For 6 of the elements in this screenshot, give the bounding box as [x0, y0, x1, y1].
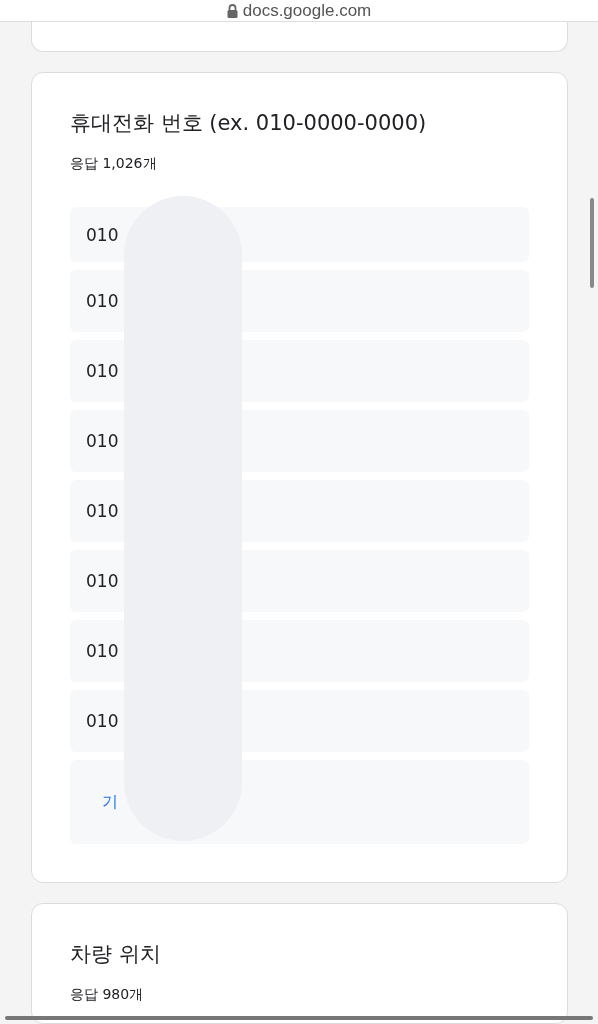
more-link[interactable]: 기 — [102, 791, 118, 813]
response-count: 응답 980개 — [70, 986, 145, 1004]
lock-icon — [226, 3, 238, 18]
question-title: 차량 위치 — [70, 941, 162, 968]
response-count: 응답 1,026개 — [70, 155, 158, 173]
question-title: 휴대전화 번호 (ex. 010-0000-0000) — [70, 110, 428, 137]
